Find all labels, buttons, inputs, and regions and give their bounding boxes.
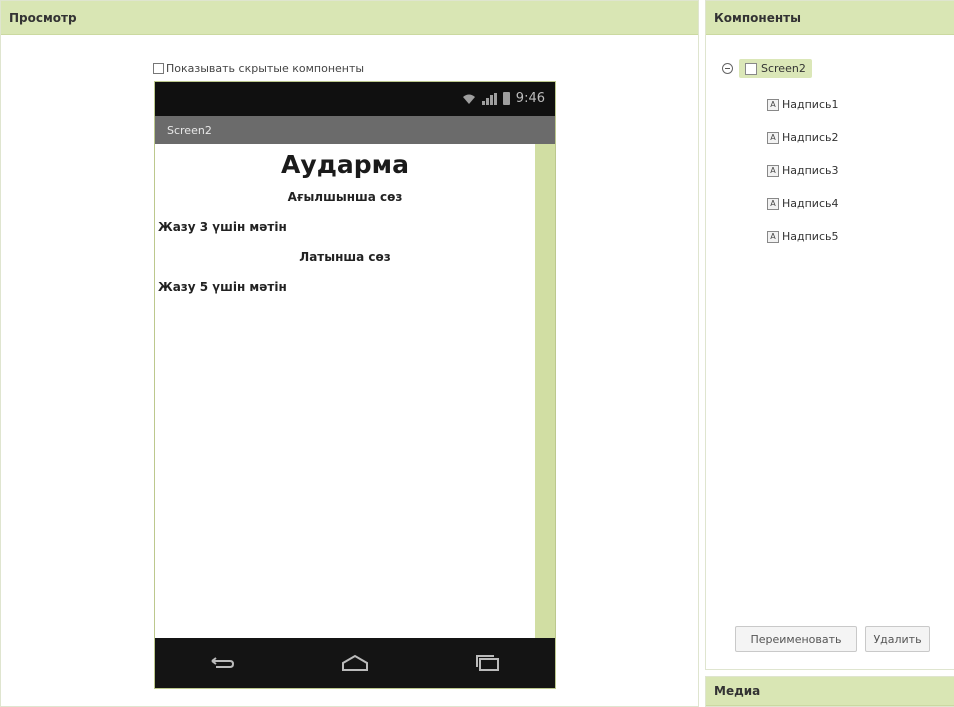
label-component-icon: A [767, 197, 779, 210]
label-component-icon: A [767, 131, 779, 144]
components-header: Компоненты [706, 1, 954, 35]
phone-screen: Аударма Ағылшынша сөз Жазу 3 үшін мәтін … [155, 144, 535, 638]
tree-node-text: Надпись3 [782, 164, 839, 177]
tree-node-text: Надпись2 [782, 131, 839, 144]
label-1[interactable]: Аударма [155, 150, 535, 179]
show-hidden-components-toggle[interactable]: Показывать скрытые компоненты [153, 62, 364, 75]
screen-title: Screen2 [167, 123, 212, 137]
delete-button[interactable]: Удалить [865, 626, 930, 652]
recent-apps-icon [468, 651, 508, 675]
components-panel: Компоненты Screen2 A Надпись1 A Надпись2… [705, 0, 954, 670]
tree-node-screen2[interactable]: Screen2 [739, 59, 812, 78]
label-4[interactable]: Латынша сөз [155, 250, 535, 264]
tree-node-label2[interactable]: A Надпись2 [767, 121, 839, 154]
label-component-icon: A [767, 98, 779, 111]
tree-node-label4[interactable]: A Надпись4 [767, 187, 839, 220]
signal-icon [481, 92, 497, 105]
show-hidden-label: Показывать скрытые компоненты [166, 62, 365, 75]
screen-title-bar: Screen2 [155, 116, 555, 144]
label-component-icon: A [767, 230, 779, 243]
media-panel: Медиа [705, 676, 954, 707]
component-tree: Screen2 A Надпись1 A Надпись2 A Надпись3… [722, 59, 839, 253]
back-icon [202, 651, 242, 675]
phone-preview: 9:46 Screen2 Аударма Ағылшынша сөз Жазу … [154, 81, 556, 689]
home-icon [335, 651, 375, 675]
label-3[interactable]: Жазу 3 үшін мәтін [158, 220, 287, 234]
tree-node-label5[interactable]: A Надпись5 [767, 220, 839, 253]
battery-icon [502, 92, 510, 105]
wifi-icon [462, 94, 475, 104]
viewer-title: Просмотр [9, 10, 77, 25]
rename-button[interactable]: Переименовать [735, 626, 857, 652]
status-bar: 9:46 [155, 82, 555, 116]
collapse-icon[interactable] [722, 63, 733, 74]
tree-node-text: Надпись4 [782, 197, 839, 210]
media-title: Медиа [714, 684, 761, 698]
tree-node-text: Надпись5 [782, 230, 839, 243]
viewer-header: Просмотр [1, 1, 698, 35]
tree-node-label1[interactable]: A Надпись1 [767, 88, 839, 121]
nav-bar [155, 638, 555, 688]
label-5[interactable]: Жазу 5 үшін мәтін [158, 280, 287, 294]
viewer-panel: Просмотр Показывать скрытые компоненты 9… [0, 0, 699, 707]
tree-root-label: Screen2 [761, 62, 806, 75]
screen-icon [745, 62, 757, 75]
tree-node-label3[interactable]: A Надпись3 [767, 154, 839, 187]
label-component-icon: A [767, 164, 779, 177]
status-time: 9:46 [515, 91, 545, 106]
screen-scrollbar[interactable] [535, 144, 555, 638]
components-title: Компоненты [714, 10, 801, 25]
label-2[interactable]: Ағылшынша сөз [155, 190, 535, 204]
show-hidden-checkbox[interactable] [153, 63, 164, 74]
tree-node-text: Надпись1 [782, 98, 839, 111]
media-header: Медиа [706, 677, 954, 706]
